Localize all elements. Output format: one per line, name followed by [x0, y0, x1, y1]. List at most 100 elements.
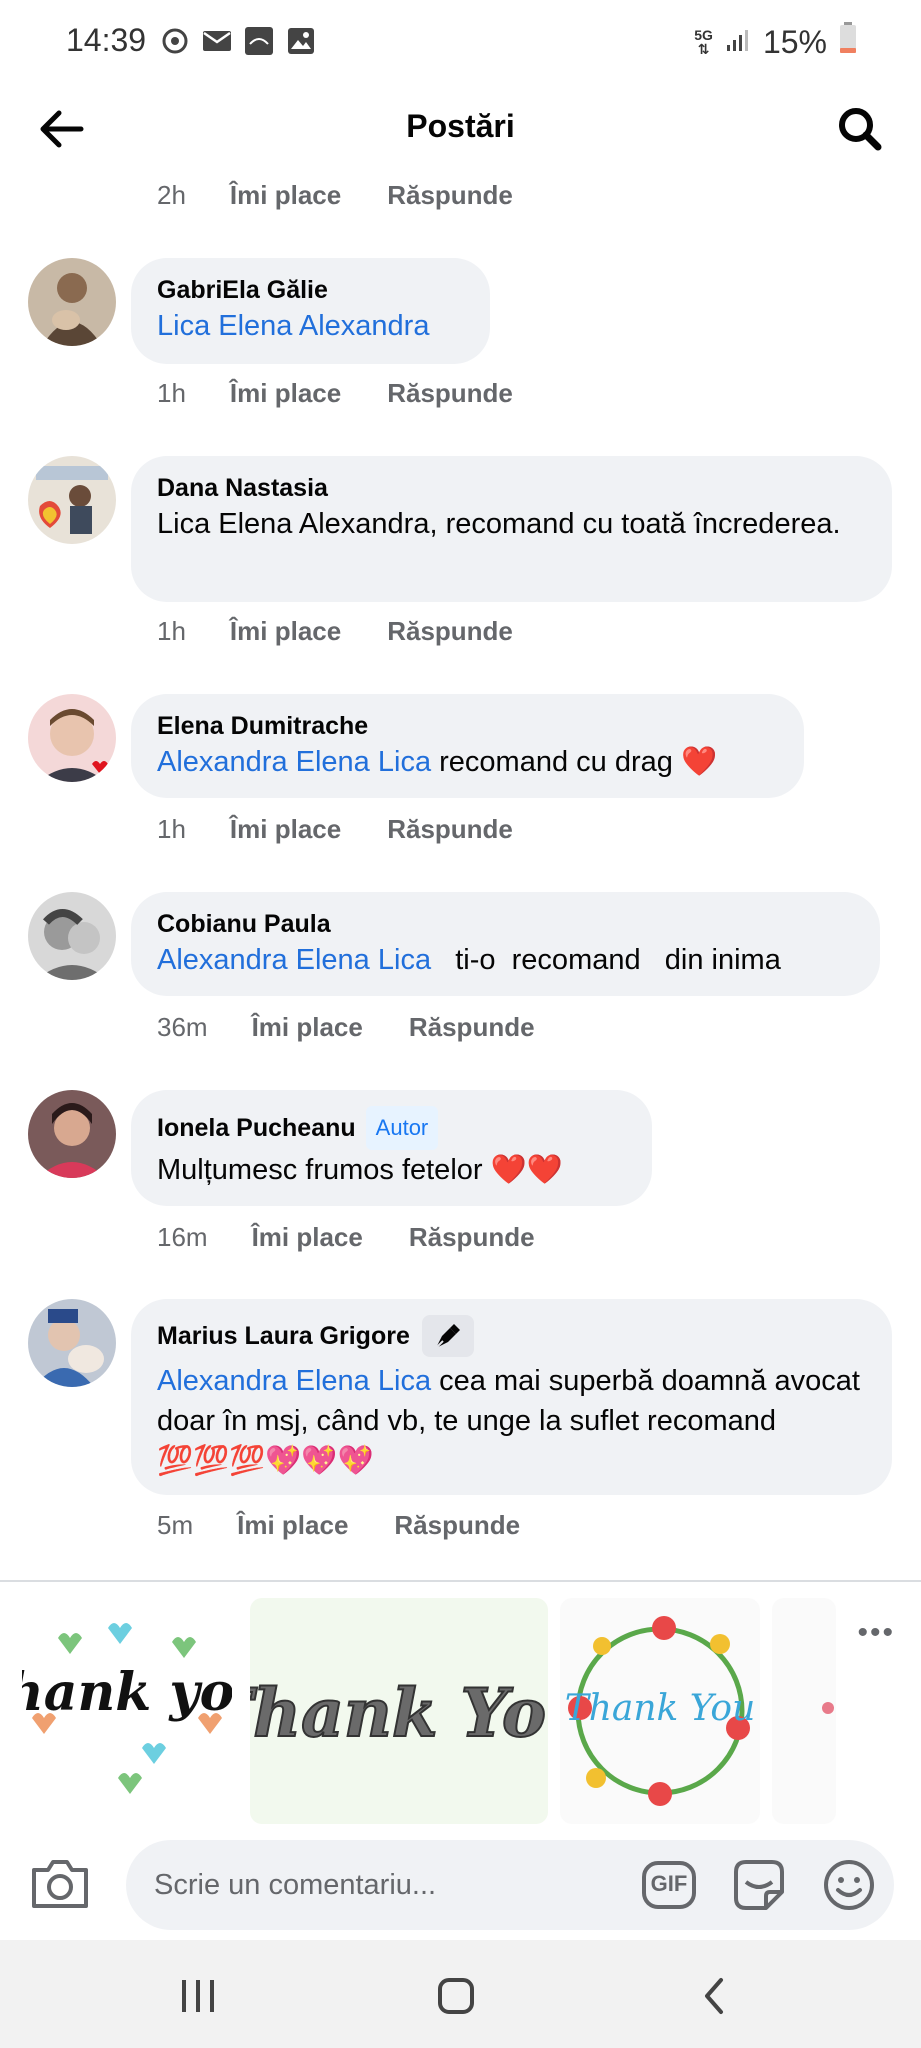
comment-time: 16m [157, 1222, 208, 1252]
app-header: Postări [0, 88, 921, 168]
recent-apps-button[interactable] [168, 1966, 228, 2026]
avatar[interactable] [28, 1299, 116, 1387]
comment-author[interactable]: Dana Nastasia [157, 472, 866, 504]
search-icon [839, 108, 882, 151]
comment-bubble: Dana Nastasia Lica Elena Alexandra, reco… [131, 456, 892, 602]
comment-text: Mulțumesc frumos fetelor [157, 1154, 491, 1186]
comment-composer: GIF [0, 1836, 921, 1936]
page-title: Postări [406, 108, 515, 144]
avatar[interactable] [28, 258, 116, 346]
comment-actions: 2h Îmi place Răspunde [157, 180, 513, 211]
recent-apps-icon [182, 1980, 214, 2012]
thank-you-flowers-sticker[interactable]: Thank You [560, 1598, 760, 1824]
reply-button[interactable]: Răspunde [387, 180, 513, 211]
search-button[interactable] [833, 102, 887, 156]
heart-emoji: ❤️❤️ [490, 1154, 563, 1186]
gif-button[interactable]: GIF [640, 1856, 698, 1914]
comment-time: 5m [157, 1510, 194, 1540]
more-options-icon[interactable]: ••• [857, 1616, 895, 1650]
comment-text: recomand cu drag [431, 746, 681, 778]
comment-actions: 5m Îmi place Răspunde [157, 1510, 520, 1541]
gallery-icon [286, 26, 316, 56]
comment-bubble: Marius Laura Grigore Alexandra Elena Lic… [131, 1299, 892, 1495]
sticker-icon [734, 1860, 784, 1910]
comment-actions: 1h Îmi place Răspunde [157, 814, 513, 845]
back-nav-button[interactable] [684, 1966, 744, 2026]
avatar[interactable] [28, 694, 116, 782]
comment-author-name[interactable]: Marius Laura Grigore [157, 1320, 410, 1352]
comment-author[interactable]: Cobianu Paula [157, 908, 854, 940]
comment-time: 36m [157, 1012, 208, 1042]
svg-text:Thank You: Thank You [250, 1674, 548, 1752]
home-icon [438, 1978, 474, 2014]
status-time: 14:39 [66, 22, 147, 58]
sticker-button[interactable] [730, 1856, 788, 1914]
mention-link[interactable]: Alexandra Elena Lica [157, 944, 431, 976]
like-button[interactable]: Îmi place [230, 378, 341, 409]
partial-sticker[interactable] [772, 1598, 836, 1824]
notification-icons [160, 26, 316, 56]
mention-link[interactable]: Alexandra Elena Lica [157, 1365, 431, 1397]
status-bar: 14:39 5G ⇅ 15% [0, 0, 921, 88]
avatar[interactable] [28, 456, 116, 544]
emoji-sequence: 💯💯💯💖💖💖 [157, 1445, 374, 1477]
reply-button[interactable]: Răspunde [387, 814, 513, 845]
avatar[interactable] [28, 892, 116, 980]
emoji-icon [824, 1860, 874, 1910]
like-button[interactable]: Îmi place [230, 616, 341, 647]
reply-button[interactable]: Răspunde [394, 1510, 520, 1541]
comment-actions: 36m Îmi place Răspunde [157, 1012, 535, 1043]
comment-author[interactable]: Elena Dumitrache [157, 710, 778, 742]
thank-you-hearts-sticker[interactable]: thank you [0, 1598, 272, 1824]
battery-percent: 15% [762, 23, 827, 60]
comment-time: 1h [157, 814, 186, 844]
comment-author-name[interactable]: Ionela Pucheanu [157, 1112, 356, 1144]
author-badge: Autor [365, 1106, 439, 1150]
like-button[interactable]: Îmi place [237, 1510, 348, 1541]
comment-bubble: Ionela Pucheanu Autor Mulțumesc frumos fe… [131, 1090, 652, 1206]
comment-time: 2h [157, 180, 186, 210]
comment-text: ti-o recomand din inima [431, 944, 781, 976]
comment-actions: 1h Îmi place Răspunde [157, 378, 513, 409]
like-button[interactable]: Îmi place [230, 814, 341, 845]
comment-author: Marius Laura Grigore [157, 1315, 866, 1357]
pen-icon [421, 1315, 474, 1357]
battery-icon [839, 22, 857, 62]
reply-button[interactable]: Răspunde [387, 616, 513, 647]
like-button[interactable]: Îmi place [252, 1222, 363, 1253]
app-icon [244, 26, 274, 56]
svg-text:Thank You: Thank You [565, 1688, 756, 1729]
signal-icon [725, 24, 751, 61]
comment-actions: 1h Îmi place Răspunde [157, 616, 513, 647]
comment-author[interactable]: GabriEla Gălie [157, 274, 464, 306]
comment-time: 1h [157, 378, 186, 408]
heart-emoji: ❤️ [680, 746, 718, 778]
network-5g-icon: 5G ⇅ [694, 27, 713, 57]
mail-icon [202, 26, 232, 56]
comment-actions: 16m Îmi place Răspunde [157, 1222, 535, 1253]
comment-bubble: GabriEla Gălie Lica Elena Alexandra [131, 258, 490, 364]
gif-label: GIF [650, 1871, 688, 1896]
system-nav-bar [0, 1940, 921, 2048]
reply-button[interactable]: Răspunde [387, 378, 513, 409]
sync-icon [160, 26, 190, 56]
comment-time: 1h [157, 616, 186, 646]
system-indicators: 5G ⇅ 15% [694, 22, 857, 62]
divider [0, 1580, 921, 1582]
svg-text:thank you: thank you [22, 1662, 232, 1723]
camera-icon [32, 1860, 88, 1908]
reply-button[interactable]: Răspunde [409, 1222, 535, 1253]
like-button[interactable]: Îmi place [230, 180, 341, 211]
avatar[interactable] [28, 1090, 116, 1178]
emoji-button[interactable] [820, 1856, 878, 1914]
comment-text: Lica Elena Alexandra, recomand cu toată … [157, 508, 841, 540]
comment-author: Ionela Pucheanu Autor [157, 1106, 626, 1150]
thank-you-marble-sticker[interactable]: Thank You [203, 1598, 595, 1824]
reply-button[interactable]: Răspunde [409, 1012, 535, 1043]
camera-button[interactable] [30, 1858, 94, 1914]
home-button[interactable] [426, 1966, 486, 2026]
comment-bubble: Elena Dumitrache Alexandra Elena Lica re… [131, 694, 804, 798]
mention-link[interactable]: Lica Elena Alexandra [157, 310, 429, 342]
like-button[interactable]: Îmi place [252, 1012, 363, 1043]
mention-link[interactable]: Alexandra Elena Lica [157, 746, 431, 778]
